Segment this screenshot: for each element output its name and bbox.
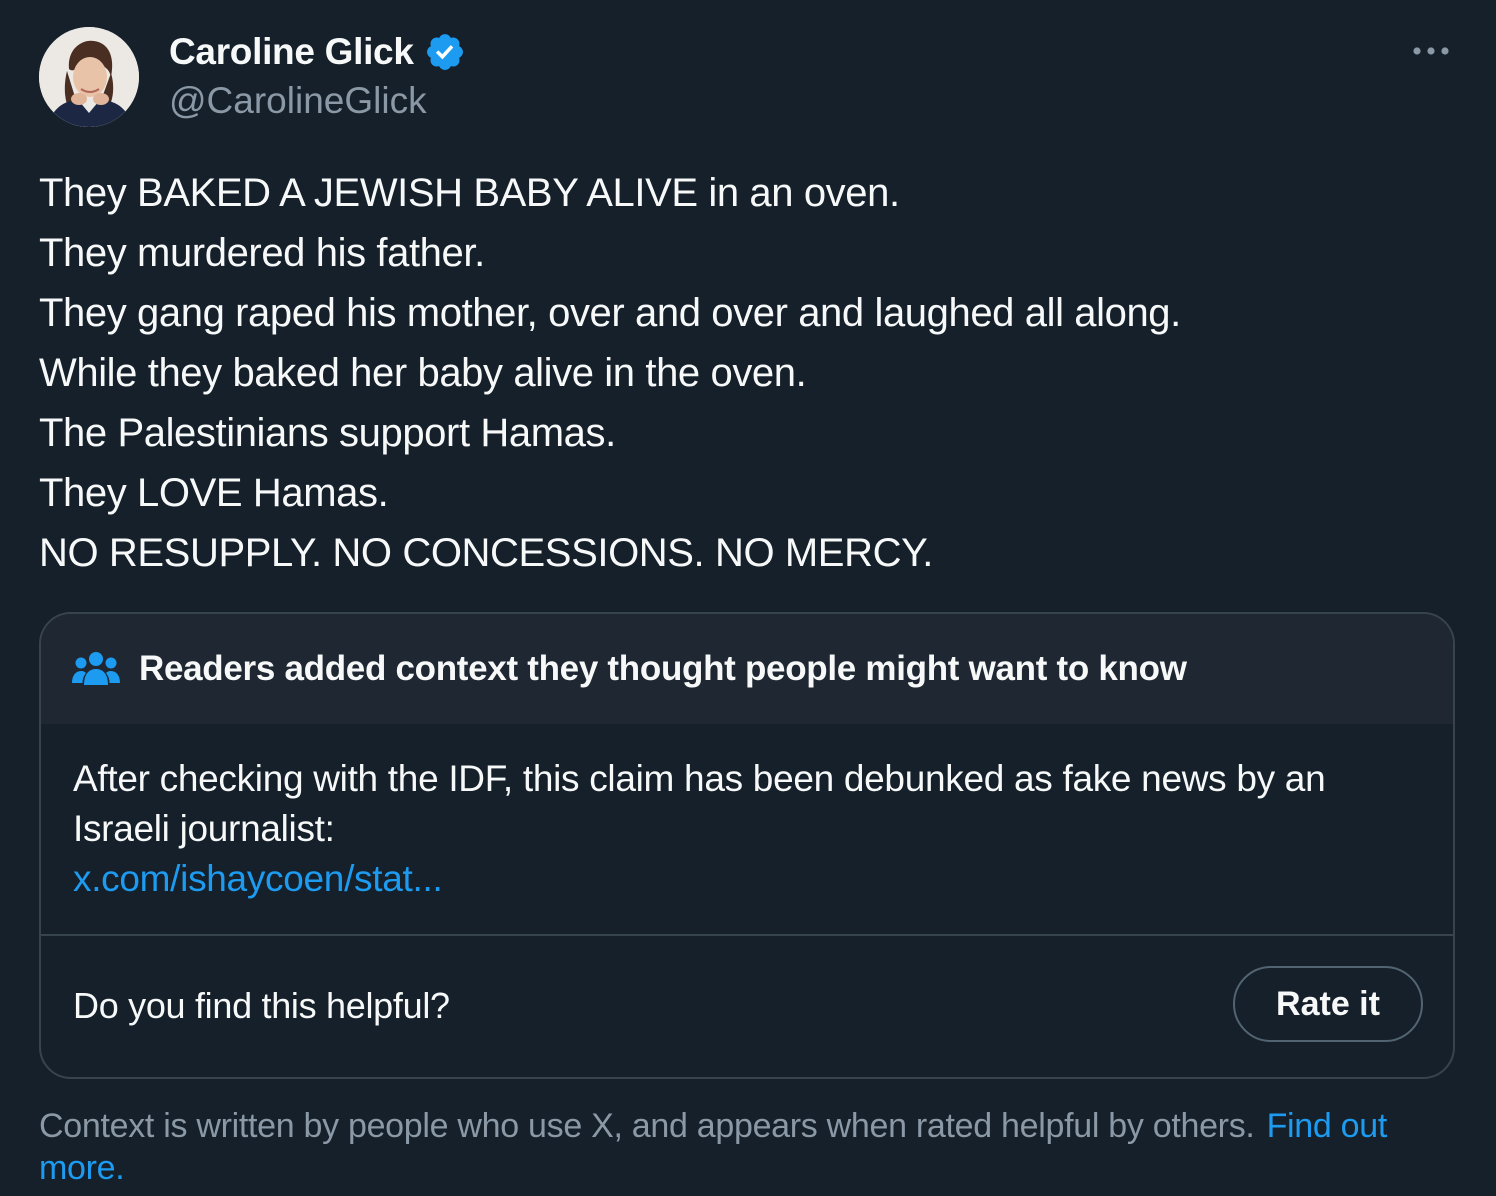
display-name[interactable]: Caroline Glick bbox=[169, 31, 414, 73]
avatar[interactable] bbox=[39, 27, 139, 127]
community-note-link[interactable]: x.com/ishaycoen/stat... bbox=[73, 854, 1421, 904]
tweet-line: They murdered his father. bbox=[39, 231, 485, 275]
disclaimer-text: Context is written by people who use X, … bbox=[39, 1107, 1255, 1145]
community-note-text: After checking with the IDF, this claim … bbox=[73, 758, 1326, 849]
tweet-line: They BAKED A JEWISH BABY ALIVE in an ove… bbox=[39, 171, 900, 215]
verified-badge-icon[interactable] bbox=[424, 31, 466, 73]
more-options-button[interactable] bbox=[1408, 34, 1454, 68]
community-note-body: After checking with the IDF, this claim … bbox=[41, 724, 1453, 934]
community-note-footer: Do you find this helpful? Rate it bbox=[41, 936, 1453, 1076]
community-note-card: Readers added context they thought peopl… bbox=[39, 612, 1455, 1079]
author-row: Caroline Glick bbox=[169, 30, 466, 74]
tweet-line: They LOVE Hamas. bbox=[39, 471, 389, 515]
tweet-line: NO RESUPPLY. NO CONCESSIONS. NO MERCY. bbox=[39, 531, 933, 575]
tweet-line: The Palestinians support Hamas. bbox=[39, 411, 616, 455]
author-handle[interactable]: @CarolineGlick bbox=[169, 80, 427, 122]
context-disclaimer: Context is written by people who use X, … bbox=[39, 1105, 1439, 1189]
helpful-question: Do you find this helpful? bbox=[73, 985, 450, 1026]
tweet-text: They BAKED A JEWISH BABY ALIVE in an ove… bbox=[39, 163, 1459, 583]
avatar-image bbox=[39, 27, 139, 127]
more-options-icon bbox=[1413, 47, 1449, 55]
community-note-header[interactable]: Readers added context they thought peopl… bbox=[41, 614, 1453, 724]
tweet-line: While they baked her baby alive in the o… bbox=[39, 351, 807, 395]
community-note-title: Readers added context they thought peopl… bbox=[139, 649, 1187, 688]
tweet-line: They gang raped his mother, over and ove… bbox=[39, 291, 1181, 335]
rate-it-button[interactable]: Rate it bbox=[1233, 966, 1423, 1042]
people-icon bbox=[71, 649, 121, 689]
